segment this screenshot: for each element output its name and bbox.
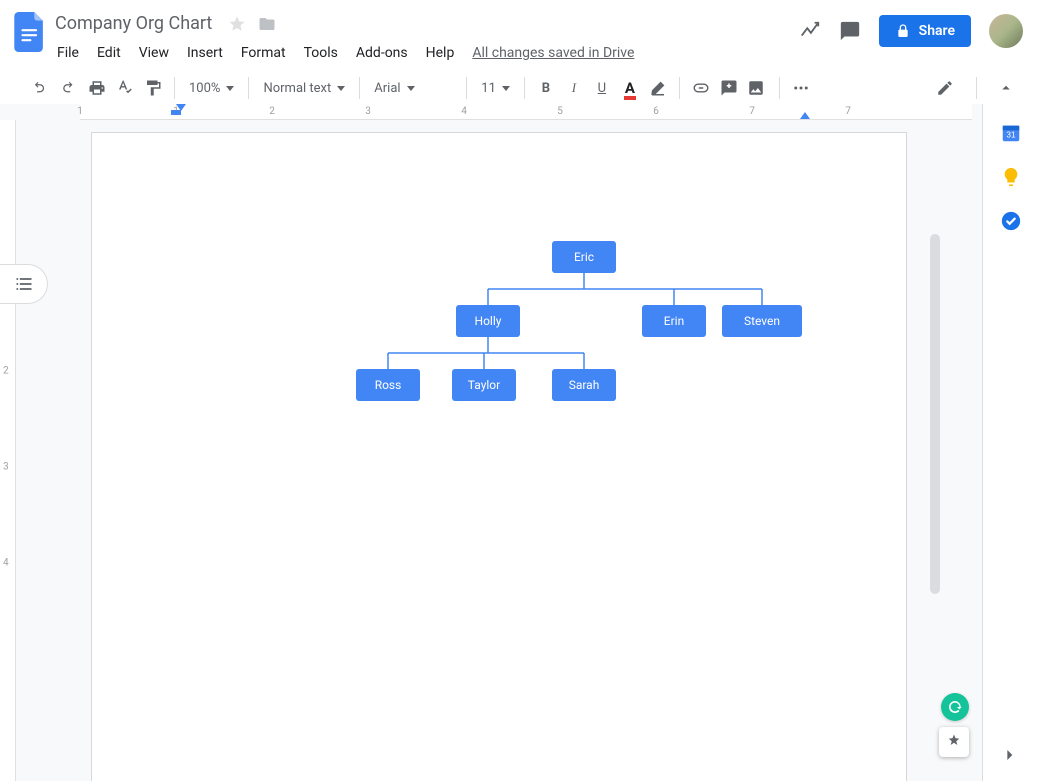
workspace: 1 1 2 3 4 5 6 7 7 1 2 3 4 [0,104,983,781]
org-node[interactable]: Steven [722,305,802,337]
left-indent-marker[interactable] [176,104,186,111]
redo-icon[interactable] [56,75,82,101]
menu-addons[interactable]: Add-ons [349,41,415,65]
title-area: Company Org Chart File Edit View Insert … [50,8,799,65]
svg-text:31: 31 [1006,131,1016,140]
explore-fab[interactable] [939,727,969,757]
comments-icon[interactable] [839,20,861,42]
keep-icon[interactable] [1000,166,1022,188]
activity-icon[interactable] [799,20,821,42]
insert-link-icon[interactable] [688,75,714,101]
grammarly-fab[interactable] [941,693,969,721]
more-icon[interactable] [788,75,814,101]
menu-tools[interactable]: Tools [297,41,345,65]
text-color-icon[interactable]: A [617,75,643,101]
hide-sidepanel-icon[interactable] [999,745,1023,769]
doc-title[interactable]: Company Org Chart [50,10,217,37]
document-outline-toggle[interactable] [0,264,48,304]
caret-down-icon [502,86,510,91]
caret-down-icon [407,86,415,91]
side-panel: 31 [983,104,1039,781]
font-size-select[interactable]: 11 [475,75,516,101]
document-page[interactable]: Eric Holly Erin Steven Ross Taylor Sarah [91,132,907,781]
canvas[interactable]: Eric Holly Erin Steven Ross Taylor Sarah [16,120,982,781]
menu-edit[interactable]: Edit [90,41,128,65]
org-node[interactable]: Erin [642,305,706,337]
menu-help[interactable]: Help [419,41,462,65]
share-button[interactable]: Share [879,15,971,47]
vertical-ruler[interactable]: 1 2 3 4 [0,120,16,781]
paint-format-icon[interactable] [140,75,166,101]
separator [174,77,175,99]
underline-icon[interactable]: U [589,75,615,101]
undo-icon[interactable] [28,75,54,101]
print-icon[interactable] [84,75,110,101]
horizontal-ruler[interactable]: 1 1 2 3 4 5 6 7 7 [80,104,972,120]
share-label: Share [919,23,955,39]
highlight-icon[interactable] [645,75,671,101]
org-node[interactable]: Eric [552,241,616,273]
spellcheck-icon[interactable] [112,75,138,101]
org-node[interactable]: Holly [456,305,520,337]
italic-icon[interactable]: I [561,75,587,101]
scrollbar-thumb[interactable] [930,234,940,594]
editing-mode-icon[interactable] [933,75,960,101]
move-folder-icon[interactable] [257,14,277,34]
menu-view[interactable]: View [132,41,176,65]
menu-format[interactable]: Format [234,41,293,65]
style-select[interactable]: Normal text [257,75,351,101]
menubar: File Edit View Insert Format Tools Add-o… [50,37,799,65]
docs-logo[interactable] [10,8,50,56]
account-avatar[interactable] [989,14,1023,48]
right-indent-marker[interactable] [800,112,810,119]
toolbar: 100% Normal text Arial 11 B I U A [0,69,1039,107]
save-status[interactable]: All changes saved in Drive [465,41,641,65]
caret-down-icon [337,86,345,91]
caret-down-icon [226,86,234,91]
font-select[interactable]: Arial [368,75,458,101]
tasks-icon[interactable] [1000,210,1022,232]
star-icon[interactable] [227,14,247,34]
menu-file[interactable]: File [50,41,86,65]
collapse-toolbar-icon[interactable] [993,75,1019,101]
calendar-icon[interactable]: 31 [1000,122,1022,144]
header-actions: Share [799,8,1029,48]
bold-icon[interactable]: B [533,75,559,101]
org-node[interactable]: Sarah [552,369,616,401]
insert-comment-icon[interactable] [716,75,742,101]
app-header: Company Org Chart File Edit View Insert … [0,0,1039,65]
org-node[interactable]: Ross [356,369,420,401]
menu-insert[interactable]: Insert [180,41,230,65]
insert-image-icon[interactable] [744,75,771,101]
org-node[interactable]: Taylor [452,369,516,401]
zoom-select[interactable]: 100% [183,75,240,101]
